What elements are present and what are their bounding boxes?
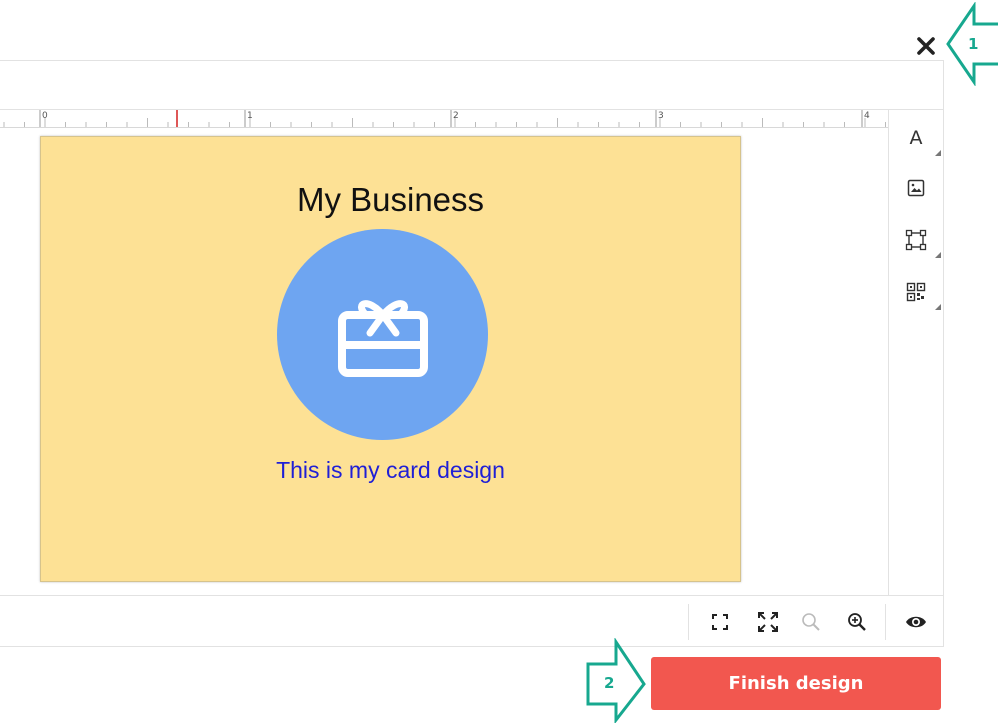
card-subtitle[interactable]: This is my card design [41, 457, 740, 484]
submenu-indicator [935, 304, 941, 310]
qr-code-icon [906, 282, 926, 302]
submenu-indicator [935, 150, 941, 156]
zoom-out-button[interactable] [797, 608, 825, 636]
design-editor: 1 0 1 2 3 4 My Business This is my card … [0, 0, 998, 723]
preview-button[interactable] [902, 608, 930, 636]
callout-2: 2 [586, 637, 648, 723]
fit-to-screen-icon [712, 614, 728, 630]
finish-design-button[interactable]: Finish design [651, 657, 941, 710]
preview-eye-icon [906, 616, 926, 628]
text-tool[interactable]: A [889, 118, 943, 158]
text-tool-label: A [909, 127, 923, 149]
top-bar [0, 60, 944, 110]
callout-arrow-right-icon [586, 637, 646, 723]
business-card[interactable]: My Business This is my card design [40, 136, 741, 582]
ruler-label-2: 2 [453, 111, 459, 121]
ruler-ticks [3, 110, 886, 127]
fullscreen-icon [758, 612, 778, 632]
image-icon [907, 179, 925, 197]
tools-panel: A [888, 110, 944, 595]
zoom-in-icon [848, 613, 866, 631]
submenu-indicator [935, 252, 941, 258]
ruler-label-4: 4 [864, 111, 870, 121]
design-canvas: My Business This is my card design [0, 128, 888, 595]
close-icon [917, 37, 935, 55]
fit-to-screen-button[interactable] [706, 608, 734, 636]
card-title[interactable]: My Business [41, 181, 740, 219]
qr-code-tool[interactable] [889, 272, 943, 312]
ruler-label-1: 1 [247, 111, 253, 121]
zoom-out-icon [802, 613, 820, 631]
divider [688, 604, 689, 640]
fullscreen-button[interactable] [754, 608, 782, 636]
shape-frame-icon [905, 229, 927, 251]
card-image-circle[interactable] [277, 229, 488, 440]
callout-1: 1 [944, 1, 998, 87]
view-controls-bar [0, 595, 944, 647]
callout-2-number: 2 [604, 674, 615, 692]
divider [885, 604, 886, 640]
shape-tool[interactable] [889, 220, 943, 260]
close-button[interactable] [914, 34, 938, 58]
zoom-in-button[interactable] [843, 608, 871, 636]
horizontal-ruler: 0 1 2 3 4 [0, 110, 888, 128]
gift-card-icon [337, 299, 428, 377]
callout-1-number: 1 [968, 35, 979, 53]
image-tool[interactable] [889, 168, 943, 208]
ruler-label-0: 0 [42, 111, 48, 121]
ruler-label-3: 3 [658, 111, 664, 121]
